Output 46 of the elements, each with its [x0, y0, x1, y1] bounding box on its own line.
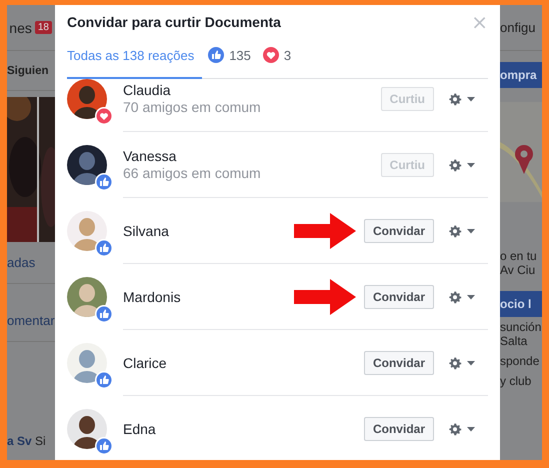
like-icon — [95, 370, 113, 388]
invite-button[interactable]: Convidar — [364, 218, 434, 242]
dialog-title: Convidar para curtir Documenta — [67, 14, 281, 30]
settings-icon — [448, 92, 476, 106]
invite-button[interactable]: Convidar — [364, 416, 434, 440]
person-name[interactable]: Silvana — [123, 222, 294, 238]
action-button[interactable]: ompra — [500, 62, 542, 88]
action-button[interactable]: ocio l — [500, 291, 542, 317]
like-icon — [95, 172, 113, 190]
settings-button[interactable] — [448, 422, 476, 436]
settings-icon — [448, 158, 476, 172]
settings-button[interactable] — [448, 356, 476, 370]
invite-button[interactable]: Convidar — [364, 284, 434, 308]
person-name[interactable]: Edna — [123, 420, 364, 436]
like-icon — [208, 47, 224, 63]
reaction-tab[interactable]: 3 — [256, 47, 298, 79]
nav-link[interactable]: nes — [9, 20, 32, 36]
settings-icon — [448, 422, 476, 436]
reaction-tab[interactable]: 135 — [202, 47, 257, 79]
person-name[interactable]: Clarice — [123, 354, 364, 370]
reaction-tab[interactable]: Todas as 138 reações — [67, 48, 202, 79]
like-icon — [95, 436, 113, 454]
settings-button[interactable] — [448, 290, 476, 304]
nav-link[interactable]: onfigu — [500, 20, 536, 35]
ad-text: y club — [500, 374, 532, 388]
person-name[interactable]: Mardonis — [123, 288, 294, 304]
sidebar-link[interactable]: omentar — [7, 313, 55, 328]
post-text: a Sv Si — [7, 434, 46, 448]
settings-button[interactable] — [448, 224, 476, 238]
sidebar-link[interactable]: adas — [7, 255, 36, 270]
like-icon — [95, 238, 113, 256]
mutual-friends: 66 amigos em comum — [123, 165, 262, 181]
invite-button[interactable]: Convidar — [364, 350, 434, 374]
nav-tab[interactable]: Siguien — [7, 64, 49, 76]
settings-icon — [448, 290, 476, 304]
settings-icon — [448, 356, 476, 370]
heart-icon — [95, 106, 113, 124]
ad-text: sunción — [500, 320, 542, 334]
settings-icon — [448, 224, 476, 238]
ad-text: Av Ciu — [500, 263, 536, 277]
ad-text: sponde — [500, 354, 540, 368]
mutual-friends: 70 amigos em comum — [123, 99, 262, 115]
ad-text: o en tu — [500, 249, 538, 263]
ad-text: Salta — [500, 334, 528, 348]
like-icon — [95, 304, 113, 322]
notification-badge: 18 — [34, 21, 52, 34]
